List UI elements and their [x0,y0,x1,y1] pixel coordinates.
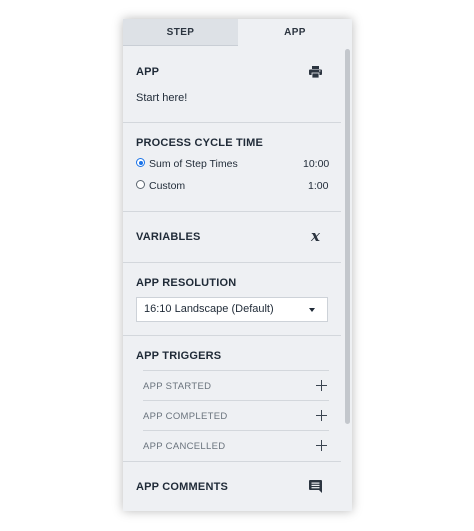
tab-step[interactable]: STEP [123,19,238,46]
resolution-select[interactable]: 16:10 Landscape (Default) [136,297,328,322]
add-trigger-app-started-icon[interactable] [316,380,327,391]
chevron-down-icon [309,308,315,312]
radio-custom[interactable] [136,180,145,189]
triggers-title: APP TRIGGERS [136,350,222,362]
custom-label: Custom [149,180,186,192]
divider [143,400,329,401]
radio-sum-of-step-times[interactable] [136,158,145,167]
variables-title: VARIABLES [136,231,201,243]
custom-value[interactable]: 1:00 [308,180,328,192]
divider [143,370,329,371]
cycle-time-title: PROCESS CYCLE TIME [136,137,264,149]
sum-of-step-times-value: 10:00 [303,158,330,170]
trigger-app-completed-label: APP COMPLETED [143,411,228,422]
comments-title: APP COMMENTS [136,481,229,493]
tab-app[interactable]: APP [238,19,352,46]
divider [123,262,341,263]
add-trigger-app-completed-icon[interactable] [316,410,327,421]
trigger-app-started-label: APP STARTED [143,381,212,392]
divider [143,430,329,431]
divider [123,335,341,336]
sum-of-step-times-label: Sum of Step Times [149,158,238,170]
variable-x-icon[interactable]: x [311,227,320,245]
trigger-app-cancelled-label: APP CANCELLED [143,441,226,452]
divider [123,211,341,212]
add-trigger-app-cancelled-icon[interactable] [316,440,327,451]
scrollbar-thumb[interactable] [345,49,350,424]
app-settings-panel: STEP APP APP Start here! PROCESS CYCLE T… [123,19,352,511]
print-icon[interactable] [309,66,322,78]
divider [123,122,341,123]
divider [123,461,341,462]
app-name[interactable]: Start here! [136,92,187,104]
app-section-title: APP [136,66,160,78]
resolution-value: 16:10 Landscape (Default) [144,303,274,315]
tab-bar: STEP APP [123,19,352,46]
resolution-title: APP RESOLUTION [136,277,237,289]
comment-icon[interactable] [309,480,322,493]
